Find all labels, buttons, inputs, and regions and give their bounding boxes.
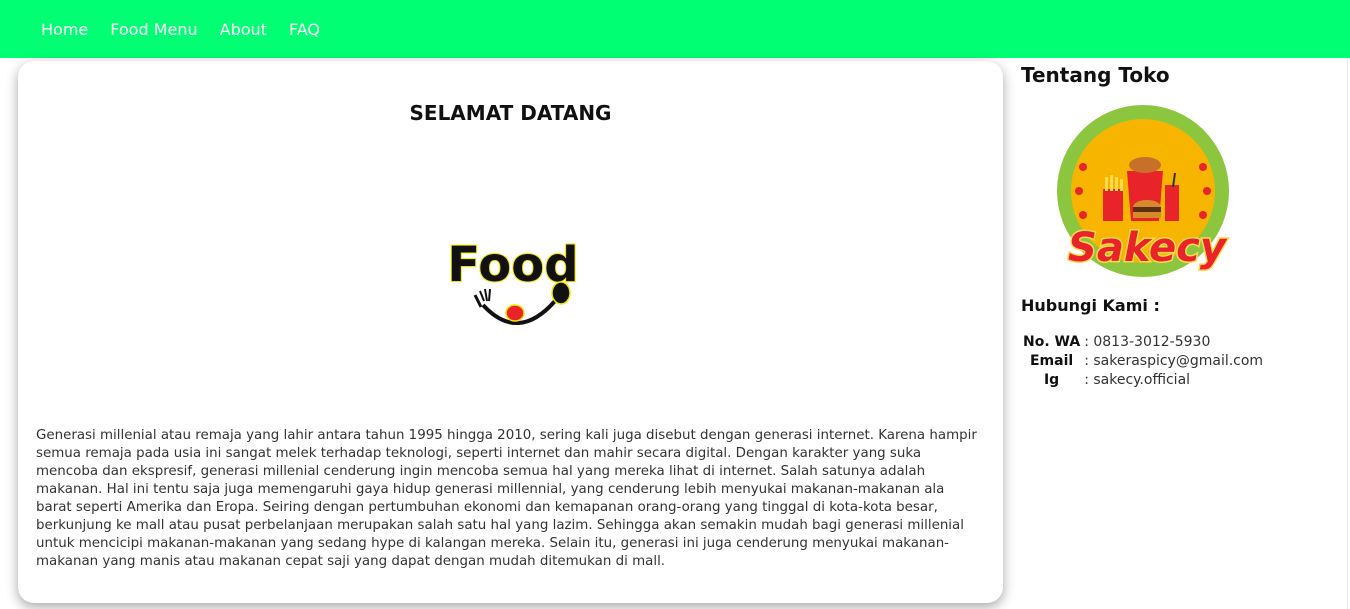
nav-item-faq: FAQ — [289, 20, 342, 39]
contact-value-ig: : sakecy.official — [1084, 371, 1191, 388]
tongue-icon — [505, 304, 525, 322]
contact-table: No. WA : 0813-3012-5930 Email : sakerasp… — [1021, 332, 1265, 389]
top-navbar: Home Food Menu About FAQ — [0, 0, 1350, 58]
welcome-title: SELAMAT DATANG — [409, 101, 612, 125]
nav-link-about[interactable]: About — [220, 20, 267, 39]
contact-value-wa: : 0813-3012-5930 — [1084, 333, 1211, 350]
contact-heading: Hubungi Kami : — [1021, 296, 1160, 315]
nav-item-food-menu: Food Menu — [110, 20, 219, 39]
sidebar: Tentang Toko Sakecy Hubungi Kami: No. W… — [1021, 58, 1341, 609]
nav-link-food-menu[interactable]: Food Menu — [110, 20, 197, 39]
sakecy-logo: Sakecy — [1057, 105, 1229, 277]
page-right-border — [1347, 58, 1348, 609]
nav-link-home[interactable]: Home — [41, 20, 88, 39]
nav-item-about: About — [220, 20, 289, 39]
contact-label-wa: No. WA — [1023, 333, 1081, 350]
nav-menu: Home Food Menu About FAQ — [0, 0, 1350, 58]
intro-paragraph: Generasi millenial atau remaja yang lahi… — [36, 428, 977, 569]
contact-row-ig: Ig : sakecy.official — [1021, 370, 1265, 389]
nav-item-home: Home — [41, 20, 110, 39]
contact-value-email: : sakeraspicy@gmail.com — [1084, 352, 1264, 369]
sidebar-title: Tentang Toko — [1021, 63, 1170, 87]
contact-label-email: Email — [1029, 352, 1074, 369]
nav-link-faq[interactable]: FAQ — [289, 20, 320, 39]
food-logo: Food — [446, 236, 580, 325]
spoon-icon — [551, 281, 571, 305]
contact-row-wa: No. WA : 0813-3012-5930 — [1021, 332, 1265, 351]
sakecy-logo-text: Sakecy — [1068, 225, 1228, 271]
welcome-card: SELAMAT DATANG Food Generasi millenial a… — [18, 61, 1003, 603]
contact-label-ig: Ig — [1043, 371, 1060, 388]
contact-row-email: Email : sakeraspicy@gmail.com — [1021, 351, 1265, 370]
